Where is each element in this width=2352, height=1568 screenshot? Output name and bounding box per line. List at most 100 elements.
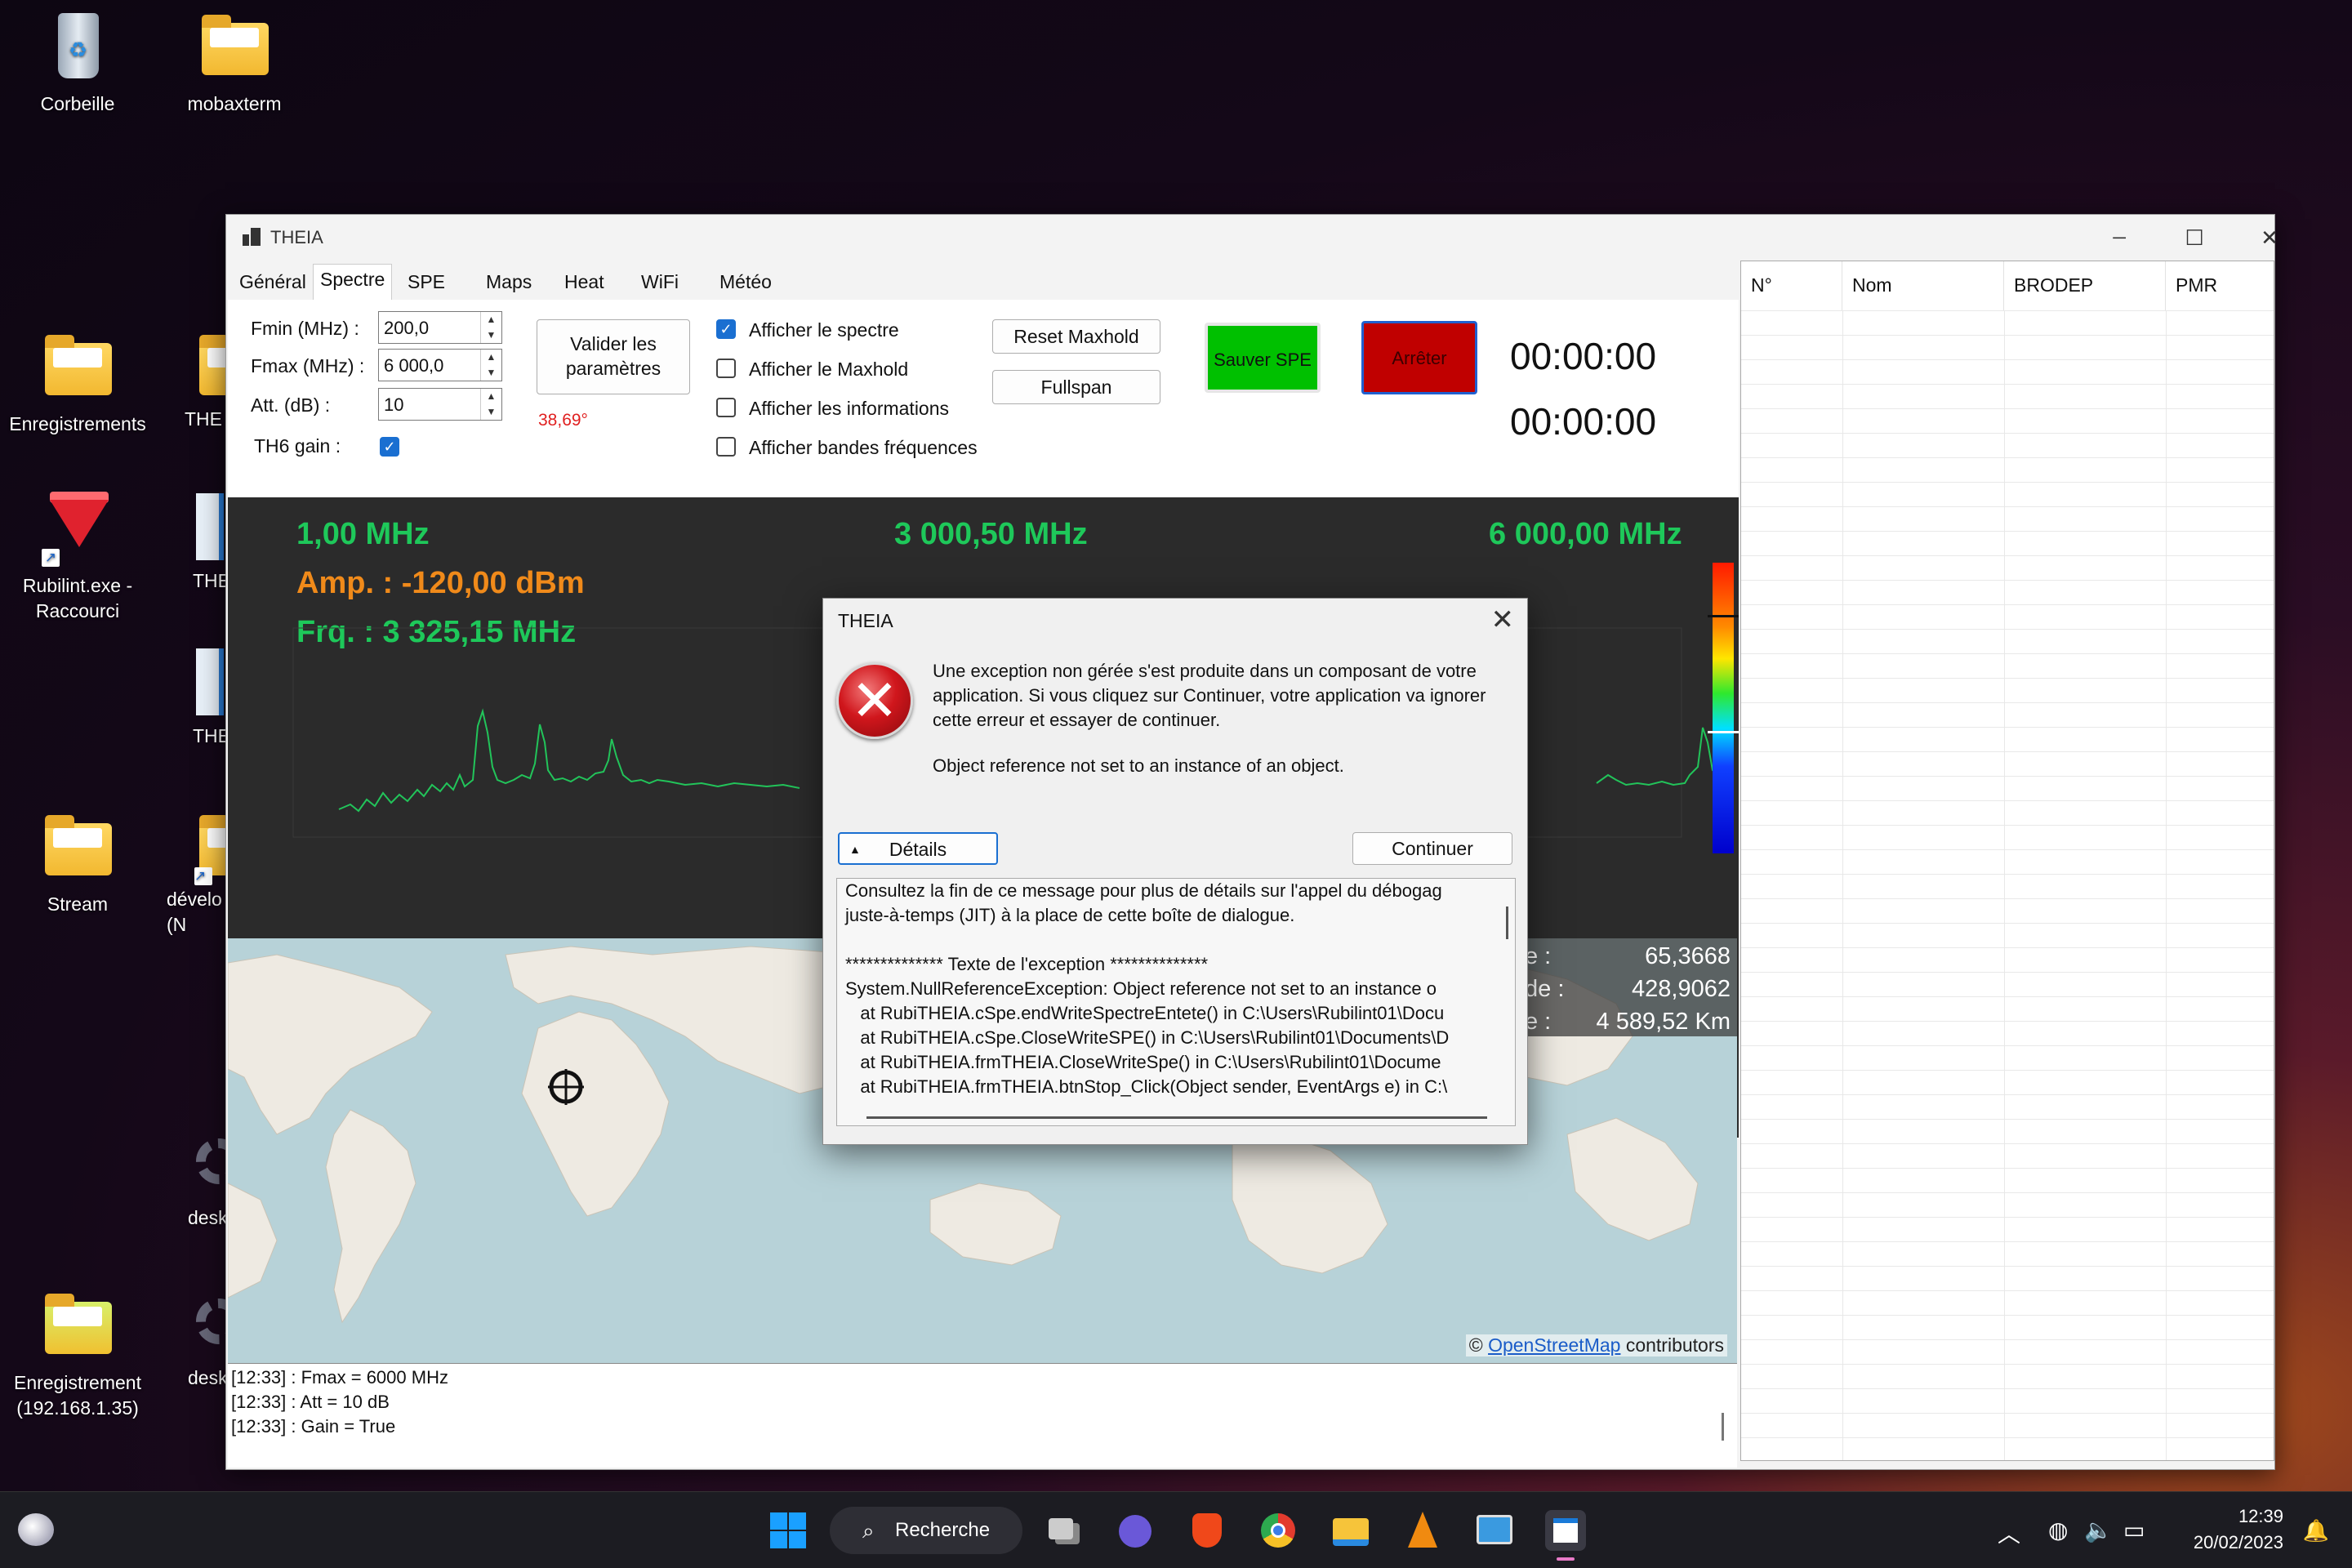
fmax-label: Fmax (MHz) : <box>251 355 365 376</box>
dialog-close-button[interactable]: ✕ <box>1491 604 1515 636</box>
details-horizontal-scrollbar[interactable] <box>866 1116 1487 1119</box>
table-grid-row <box>1741 947 2274 948</box>
teams-chat-icon[interactable] <box>1114 1510 1155 1551</box>
show-info-checkbox[interactable] <box>716 398 736 417</box>
desktop-icon-desktop1[interactable]: desk <box>157 1127 242 1231</box>
volume-icon[interactable]: 🔈 <box>2084 1517 2113 1544</box>
reset-maxhold-button[interactable]: Reset Maxhold <box>992 319 1160 354</box>
th6-gain-checkbox[interactable]: ✓ <box>380 437 399 457</box>
table-grid-row <box>1741 678 2274 679</box>
event-log[interactable]: [12:33] : Fmax = 6000 MHz [12:33] : Att … <box>228 1363 1737 1468</box>
table-grid-row <box>1741 1388 2274 1389</box>
spin-arrows-icon[interactable]: ▲ ▼ <box>480 312 501 343</box>
desktop-icon-developpement[interactable]: ↗ dévelo (N <box>157 808 266 938</box>
tab-meteo[interactable]: Météo <box>713 267 778 298</box>
show-info-label[interactable]: Afficher les informations <box>749 398 949 420</box>
show-spectrum-checkbox[interactable]: ✓ <box>716 319 736 339</box>
fmax-input[interactable]: 6 000,0 ▲ ▼ <box>378 349 502 381</box>
show-spectrum-label[interactable]: Afficher le spectre <box>749 319 899 341</box>
tab-general[interactable]: Général <box>233 267 313 298</box>
tab-spe[interactable]: SPE <box>401 267 452 298</box>
color-marker-top[interactable] <box>1708 615 1739 617</box>
vlc-icon[interactable] <box>1401 1510 1442 1551</box>
log-line: [12:33] : Att = 10 dB <box>231 1392 390 1412</box>
show-maxhold-label[interactable]: Afficher le Maxhold <box>749 359 908 381</box>
th6-gain-label: TH6 gain : <box>254 435 341 457</box>
table-grid-row <box>1741 1266 2274 1267</box>
continue-button[interactable]: Continuer <box>1352 832 1512 865</box>
start-button[interactable] <box>768 1510 808 1551</box>
details-button[interactable]: ▲ Détails <box>838 832 998 865</box>
chrome-icon[interactable] <box>1258 1510 1298 1551</box>
remote-desktop-icon[interactable] <box>1473 1510 1514 1551</box>
table-grid-row <box>1741 1119 2274 1120</box>
desktop-icon-stream[interactable]: Stream <box>0 808 155 917</box>
desktop-icon-mobaxterm[interactable]: mobaxterm <box>157 8 312 117</box>
column-header-number[interactable]: N° <box>1741 261 1842 310</box>
details-line: at RubiTHEIA.frmTHEIA.btnStop_Click(Obje… <box>845 1076 1448 1097</box>
network-globe-icon[interactable]: ◍ <box>2048 1517 2068 1544</box>
save-spe-button[interactable]: Sauver SPE <box>1205 323 1321 393</box>
spin-arrows-icon[interactable]: ▲ ▼ <box>480 350 501 381</box>
desktop-icon-rubilint[interactable]: ↗ Rubilint.exe - Raccourci <box>0 490 155 624</box>
desktop-icon-theia-doc1[interactable]: THE <box>157 490 230 594</box>
close-button[interactable]: ✕ <box>2245 223 2294 252</box>
stop-button[interactable]: Arrêter <box>1361 321 1477 394</box>
notification-bell-icon[interactable]: 🔔 <box>2303 1518 2329 1544</box>
taskbar-clock[interactable]: 12:39 20/02/2023 <box>2194 1503 2283 1556</box>
show-maxhold-checkbox[interactable] <box>716 359 736 378</box>
gear-icon <box>157 1287 242 1365</box>
maximize-button[interactable]: ☐ <box>2170 223 2219 252</box>
task-view-icon[interactable] <box>1042 1510 1083 1551</box>
table-grid-row <box>1741 702 2274 703</box>
table-grid-row <box>1741 996 2274 997</box>
tab-wifi[interactable]: WiFi <box>635 267 685 298</box>
column-header-pmr[interactable]: PMR <box>2166 261 2275 310</box>
column-header-name[interactable]: Nom <box>1842 261 2004 310</box>
chevron-up-icon[interactable]: ︿ <box>1998 1517 2020 1549</box>
validate-params-button[interactable]: Valider les paramètres <box>537 319 690 394</box>
map-attribution: © OpenStreetMap contributors <box>1465 1334 1727 1356</box>
spin-arrows-icon[interactable]: ▲ ▼ <box>480 389 501 420</box>
details-vertical-scrollbar[interactable] <box>1506 906 1508 939</box>
dialog-title: THEIA <box>838 610 893 631</box>
openstreetmap-link[interactable]: OpenStreetMap <box>1488 1334 1620 1356</box>
table-grid-row <box>1741 310 2274 311</box>
log-scrollbar[interactable] <box>1722 1413 1724 1441</box>
minimize-button[interactable]: ─ <box>2095 223 2144 252</box>
tab-heat[interactable]: Heat <box>558 267 611 298</box>
desktop-icon-recycle-bin[interactable]: ♻ Corbeille <box>0 8 155 117</box>
desktop-icon-theia-doc2[interactable]: THE <box>157 645 230 749</box>
att-label: Att. (dB) : <box>251 394 331 416</box>
taskbar-search[interactable]: ⌕ Recherche <box>830 1507 1022 1554</box>
color-marker-bottom[interactable] <box>1708 731 1739 733</box>
details-textbox[interactable]: Consultez la fin de ce message pour plus… <box>836 878 1516 1126</box>
table-grid-row <box>1741 580 2274 581</box>
tab-spectre[interactable]: Spectre <box>313 264 393 300</box>
table-grid-row <box>1741 1290 2274 1291</box>
fullspan-button[interactable]: Fullspan <box>992 370 1160 404</box>
desktop-icon-desktop2[interactable]: desk <box>157 1287 242 1391</box>
show-bands-label[interactable]: Afficher bandes fréquences <box>749 437 978 459</box>
detection-table[interactable]: N° Nom BRODEP PMR <box>1740 261 2274 1461</box>
table-grid-row <box>1741 1339 2274 1340</box>
table-grid-row <box>1741 849 2274 850</box>
column-header-brodep[interactable]: BRODEP <box>2004 261 2166 310</box>
fmin-input[interactable]: 200,0 ▲ ▼ <box>378 311 502 344</box>
table-grid-row <box>1741 335 2274 336</box>
battery-icon[interactable]: ▭ <box>2123 1517 2145 1544</box>
desktop-icon-enregistrement-remote[interactable]: Enregistrement (192.168.1.35) <box>0 1287 155 1421</box>
table-grid-row <box>1741 1094 2274 1095</box>
desktop-icon-enregistrements[interactable]: Enregistrements <box>0 328 155 437</box>
att-input[interactable]: 10 ▲ ▼ <box>378 388 502 421</box>
file-explorer-icon[interactable] <box>1330 1510 1370 1551</box>
show-bands-checkbox[interactable] <box>716 437 736 457</box>
desktop-icon-label: Corbeille <box>40 93 115 114</box>
desktop-icon-theia-folder[interactable]: THE <box>157 328 266 432</box>
title-bar[interactable]: THEIA ─ ☐ ✕ <box>226 215 2278 261</box>
folder-icon <box>38 1287 117 1365</box>
theia-taskbar-icon[interactable] <box>1545 1510 1586 1561</box>
brave-browser-icon[interactable] <box>1186 1510 1227 1551</box>
tab-maps[interactable]: Maps <box>479 267 538 298</box>
weather-icon[interactable] <box>18 1513 54 1546</box>
